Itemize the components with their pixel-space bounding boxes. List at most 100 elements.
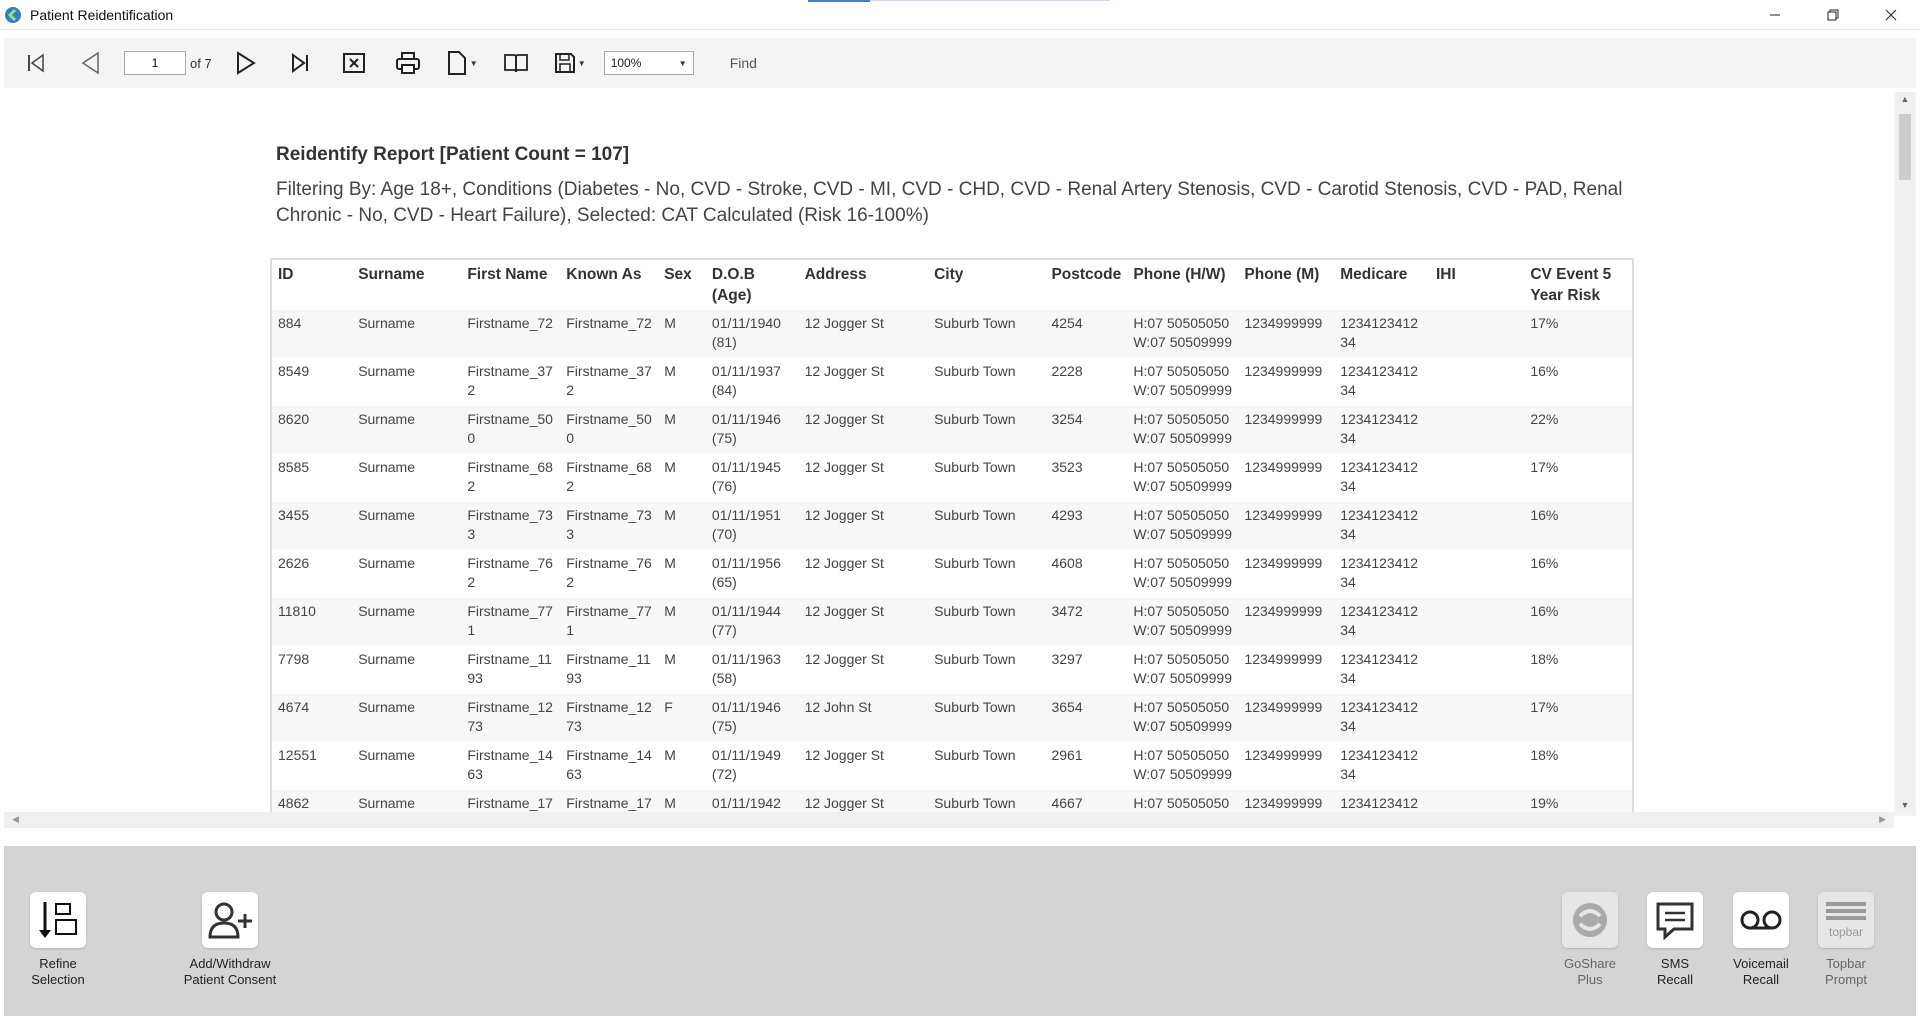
cell-surname: Surname — [352, 502, 462, 550]
cell-address: 12 John St — [798, 694, 929, 742]
add-user-icon — [208, 902, 252, 939]
cell-city: Suburb Town — [928, 406, 1046, 454]
cell-address: 12 Jogger St — [798, 406, 929, 454]
cell-first-name: Firstname_11 93 — [461, 646, 561, 694]
topbar-logo-text: topbar — [1829, 925, 1863, 939]
stop-rendering-button[interactable] — [334, 43, 374, 83]
cell-ihi — [1429, 454, 1525, 502]
restore-icon — [1827, 9, 1839, 21]
voicemail-icon-box — [1733, 892, 1789, 948]
cell-dob-age: 01/11/1946 (75) — [705, 406, 799, 454]
cell-ihi — [1429, 694, 1525, 742]
column-header-dob-age: D.O.B (Age) — [705, 258, 799, 310]
cell-phone-mobile: 1234999999 — [1238, 694, 1335, 742]
minimize-icon — [1770, 14, 1780, 16]
cell-medicare: 1234123412 34 — [1334, 502, 1430, 550]
cell-city: Suburb Town — [928, 598, 1046, 646]
report-page: Reidentify Report [Patient Count = 107] … — [4, 92, 1894, 812]
cell-phone-hw: H:07 50505050 W:07 50509999 — [1127, 742, 1239, 790]
horizontal-scrollbar[interactable]: ◀ ▶ — [4, 812, 1894, 828]
patient-consent-button[interactable]: Add/Withdraw Patient Consent — [170, 892, 290, 988]
cell-medicare: 1234123412 34 — [1334, 358, 1430, 406]
topbar-prompt-label: Topbar Prompt — [1825, 956, 1867, 987]
cell-address: 12 Jogger St — [798, 646, 929, 694]
cell-cv-risk: 17% — [1524, 694, 1633, 742]
scrollbar-thumb[interactable] — [1899, 114, 1911, 180]
table-row[interactable]: 884 Surname Firstname_72 Firstname_72 M 01/11… — [271, 310, 1633, 358]
minimize-button[interactable] — [1746, 0, 1804, 30]
close-window-button[interactable] — [1862, 0, 1920, 30]
vertical-scrollbar[interactable]: ▲ ▼ — [1896, 92, 1914, 812]
report-filter-description: Filtering By: Age 18+, Conditions (Diabe… — [276, 179, 1623, 226]
table-row[interactable]: 8585 Surname Firstname_68 2 Firstname_68 2M… — [271, 454, 1633, 502]
sort-filter-icon — [39, 902, 77, 938]
restore-button[interactable] — [1804, 0, 1862, 30]
zoom-select[interactable]: 100% ▼ — [603, 51, 694, 75]
cell-dob-age: 01/11/1963 (58) — [705, 646, 799, 694]
window-accent-strip — [808, 0, 870, 2]
topbar-prompt-button[interactable]: topbar Topbar Prompt — [1786, 892, 1906, 988]
cell-phone-mobile: 1234999999 — [1238, 310, 1335, 358]
cell-dob-age: 01/11/1942 — [705, 790, 799, 812]
column-header-phone-mobile: Phone (M) — [1238, 258, 1335, 310]
print-button[interactable] — [388, 43, 428, 83]
cell-cv-risk: 16% — [1524, 550, 1633, 598]
scroll-down-icon[interactable]: ▼ — [1896, 800, 1914, 810]
page-setup-button[interactable]: ▼ — [442, 43, 482, 83]
voicemail-icon — [1740, 910, 1782, 930]
previous-page-button[interactable] — [70, 43, 110, 83]
cell-dob-age: 01/11/1956 (65) — [705, 550, 799, 598]
scroll-up-icon[interactable]: ▲ — [1896, 94, 1914, 104]
cell-dob-age: 01/11/1949 (72) — [705, 742, 799, 790]
scroll-right-icon[interactable]: ▶ — [1879, 814, 1886, 825]
cell-postcode: 3523 — [1045, 454, 1128, 502]
cell-sex: F — [658, 694, 706, 742]
print-layout-button[interactable] — [496, 43, 536, 83]
next-page-button[interactable] — [226, 43, 266, 83]
table-row[interactable]: 11810 Surname Firstname_77 1 Firstname_77 1… — [271, 598, 1633, 646]
table-row[interactable]: 8549 Surname Firstname_37 2 Firstname_37 2M… — [271, 358, 1633, 406]
table-row[interactable]: 12551 Surname Firstname_14 63 Firstname_14 … — [271, 742, 1633, 790]
page-number-input[interactable] — [124, 51, 186, 75]
cell-cv-risk: 16% — [1524, 598, 1633, 646]
cell-first-name: Firstname_14 63 — [461, 742, 561, 790]
cell-cv-risk: 22% — [1524, 406, 1633, 454]
cell-first-name: Firstname_73 3 — [461, 502, 561, 550]
cell-postcode: 3654 — [1045, 694, 1128, 742]
sms-recall-label: SMS Recall — [1656, 956, 1694, 987]
table-row[interactable]: 8620 Surname Firstname_50 0 Firstname_50 0M… — [271, 406, 1633, 454]
column-header-first-name: First Name — [461, 258, 561, 310]
cell-medicare: 1234123412 34 — [1334, 550, 1430, 598]
table-row[interactable]: 7798 Surname Firstname_11 93 Firstname_11 9… — [271, 646, 1633, 694]
first-page-button[interactable] — [16, 43, 56, 83]
close-icon — [1885, 9, 1897, 21]
export-button[interactable]: ▼ — [550, 43, 590, 83]
table-row[interactable]: 2626 Surname Firstname_76 2 Firstname_76 2M… — [271, 550, 1633, 598]
column-header-postcode: Postcode — [1045, 258, 1128, 310]
cell-medicare: 1234123412 34 — [1334, 598, 1430, 646]
cell-id: 11810 — [271, 598, 353, 646]
window-title: Patient Reidentification — [30, 6, 174, 23]
cell-medicare: 1234123412 34 — [1334, 742, 1430, 790]
scroll-left-icon[interactable]: ◀ — [12, 814, 19, 825]
cell-cv-risk: 16% — [1524, 502, 1633, 550]
cell-sex: M — [658, 454, 706, 502]
refine-selection-button[interactable]: Refine Selection — [0, 892, 118, 988]
cell-city: Suburb Town — [928, 310, 1046, 358]
table-row[interactable]: 4862 Surname Firstname_17 Firstname_17 M 01/1… — [271, 790, 1633, 812]
cell-surname: Surname — [352, 646, 462, 694]
table-row[interactable]: 4674 Surname Firstname_12 73 Firstname_12 7… — [271, 694, 1633, 742]
cell-address: 12 Jogger St — [798, 742, 929, 790]
cell-phone-hw: H:07 50505050 W:07 50509999 — [1127, 646, 1239, 694]
cell-postcode: 3472 — [1045, 598, 1128, 646]
table-row[interactable]: 3455 Surname Firstname_73 3 Firstname_73 3M… — [271, 502, 1633, 550]
cell-id: 8549 — [271, 358, 353, 406]
find-link[interactable]: Find — [730, 55, 757, 71]
column-header-surname: Surname — [352, 258, 462, 310]
column-header-city: City — [928, 258, 1046, 310]
last-page-button[interactable] — [280, 43, 320, 83]
cell-cv-risk: 18% — [1524, 646, 1633, 694]
cell-medicare: 1234123412 34 — [1334, 310, 1430, 358]
dropdown-arrow-icon: ▼ — [577, 58, 586, 68]
cell-medicare: 1234123412 34 — [1334, 406, 1430, 454]
